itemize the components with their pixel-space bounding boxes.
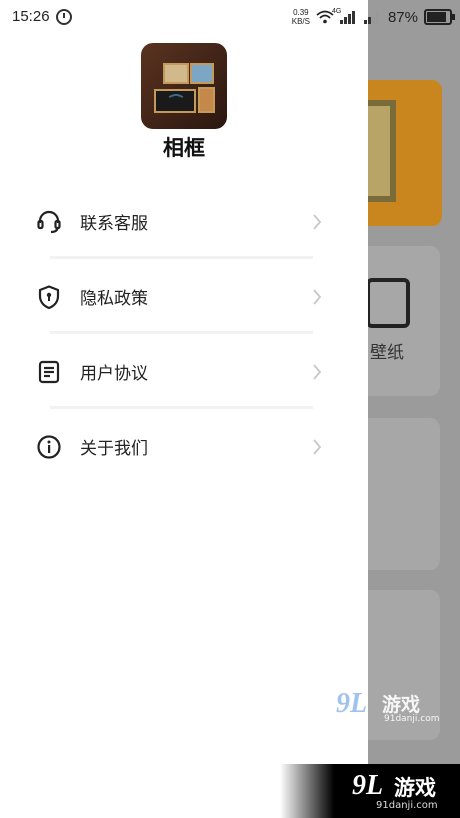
shield-icon bbox=[38, 284, 60, 309]
frame-thumb-icon bbox=[154, 89, 196, 113]
status-bar: 15:26 0.39 KB/S 4G 87% bbox=[0, 0, 460, 34]
watermark-name: 游戏 bbox=[394, 776, 436, 800]
network-type: 4G bbox=[331, 8, 342, 15]
side-drawer: 相框 联系客服 隐私政策 用户协议 关于我们 bbox=[0, 0, 368, 818]
battery-percent: 87% bbox=[387, 8, 418, 26]
menu-item-label: 隐私政策 bbox=[80, 289, 148, 309]
network-speed-unit: KB/S bbox=[291, 17, 310, 26]
network-speed-value: 0.39 bbox=[293, 8, 309, 17]
chevron-right-icon bbox=[313, 213, 322, 230]
watermark-mark: 9L bbox=[352, 770, 384, 801]
cell-signal-icon: 4G bbox=[332, 8, 358, 24]
menu-item-label: 联系客服 bbox=[80, 214, 148, 234]
frame-thumb-icon bbox=[190, 63, 214, 84]
status-time: 15:26 bbox=[12, 8, 50, 25]
headset-icon bbox=[37, 210, 61, 233]
cell-signal-icon bbox=[363, 10, 382, 24]
watermark-mark: 9L bbox=[336, 688, 368, 719]
alarm-icon bbox=[56, 9, 72, 25]
menu-item-label: 关于我们 bbox=[80, 439, 148, 459]
battery-icon bbox=[424, 9, 455, 25]
watermark-url: 91danji.com bbox=[376, 800, 438, 811]
chevron-right-icon bbox=[313, 363, 322, 380]
menu-item-about-us[interactable]: 关于我们 bbox=[0, 409, 368, 484]
frame-thumb-icon bbox=[198, 87, 215, 113]
menu-item-label: 用户协议 bbox=[80, 364, 148, 384]
wallpaper-icon bbox=[366, 278, 410, 328]
document-icon bbox=[38, 360, 60, 383]
app-logo bbox=[141, 43, 227, 129]
watermark-logo: 9L 游戏 91danji.com bbox=[336, 688, 446, 728]
background-tile-label: 壁纸 bbox=[370, 343, 404, 363]
drawer-menu: 联系客服 隐私政策 用户协议 关于我们 bbox=[0, 184, 368, 484]
chevron-right-icon bbox=[313, 288, 322, 305]
status-indicators: 0.39 KB/S 4G 87% bbox=[292, 6, 455, 28]
network-speed: 0.39 KB/S bbox=[292, 8, 310, 26]
menu-item-user-agreement[interactable]: 用户协议 bbox=[0, 334, 368, 409]
info-icon bbox=[37, 434, 61, 459]
menu-item-contact-support[interactable]: 联系客服 bbox=[0, 184, 368, 259]
app-name: 相框 bbox=[163, 136, 205, 160]
frame-thumb-icon bbox=[163, 63, 189, 84]
menu-item-privacy-policy[interactable]: 隐私政策 bbox=[0, 259, 368, 334]
chevron-right-icon bbox=[313, 438, 322, 455]
watermark-logo: 9L 游戏 91danji.com bbox=[280, 764, 460, 818]
watermark-url: 91danji.com bbox=[384, 714, 440, 724]
watermark-name: 游戏 bbox=[382, 694, 421, 716]
